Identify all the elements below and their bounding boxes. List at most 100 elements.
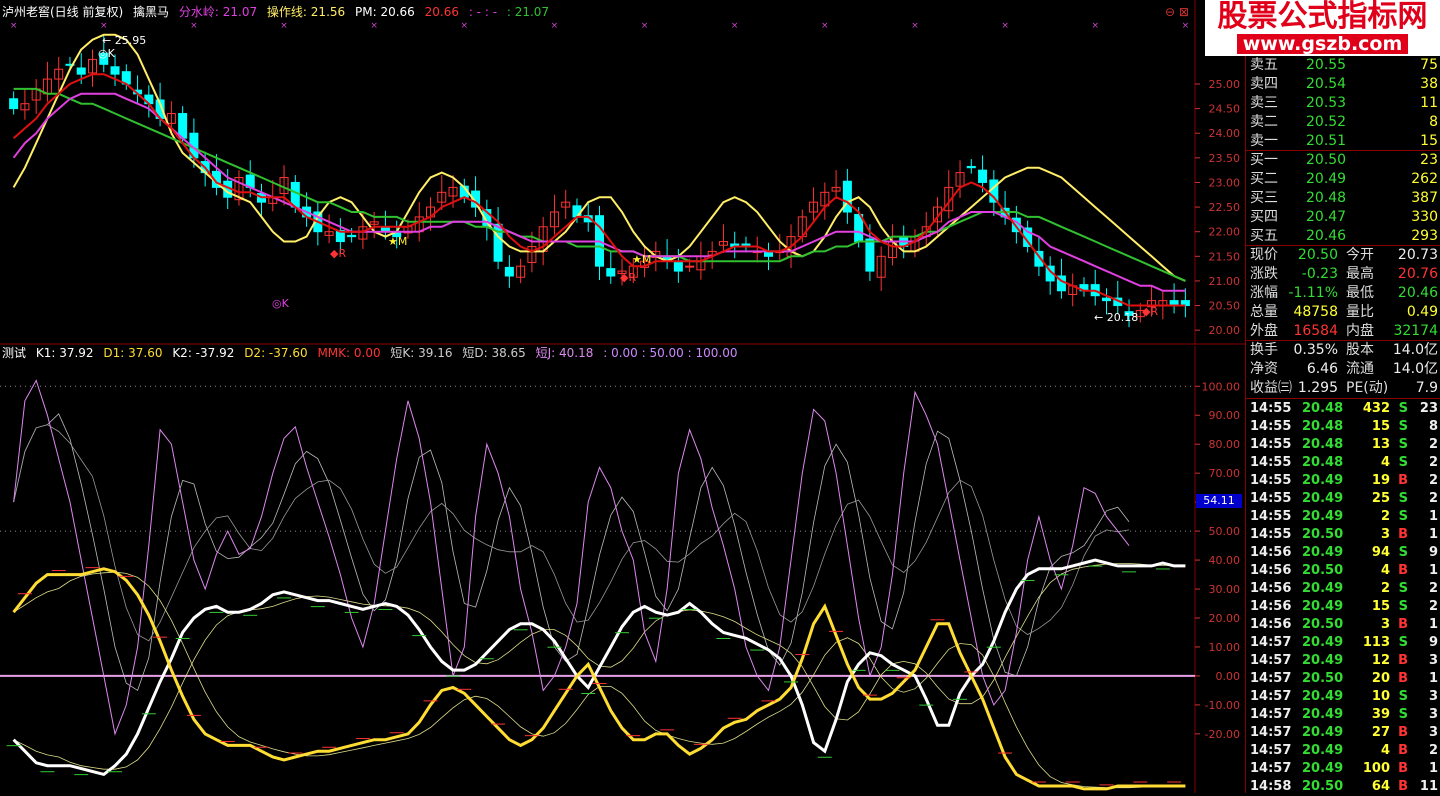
sell-price: 20.54 <box>1306 76 1347 92</box>
tick-side: S <box>1398 509 1408 524</box>
quote-value: 20.73 <box>1397 247 1438 263</box>
tick-row: 14:57 20.49 100 B 1 <box>1250 760 1438 778</box>
indicator-chart[interactable]: -20.00 -10.00 0.00 10.00 20.00 30.00 40.00 50.0… <box>0 346 1245 793</box>
sell-label: 卖一 <box>1250 133 1278 149</box>
dj-value: 短J: 40.18 <box>535 346 594 360</box>
y-tick-label: 21.00 <box>1209 275 1241 288</box>
tick-time: 14:55 <box>1250 509 1292 524</box>
tick-side: B <box>1398 761 1408 776</box>
signal-x-marker: × <box>280 21 288 31</box>
y-tick-label: 22.50 <box>1209 201 1241 214</box>
tick-count: 3 <box>1428 725 1438 740</box>
k-marker-top: ◎K <box>98 47 115 60</box>
tick-side: B <box>1398 473 1408 488</box>
kline-chart[interactable]: 20.00 20.50 21.00 21.50 22.00 22.50 23.00 23.50… <box>0 0 1245 345</box>
signal-x-marker: × <box>10 21 18 31</box>
tick-count: 3 <box>1428 689 1438 704</box>
y-tick-label: 20.50 <box>1209 300 1241 313</box>
fundamental-label: 流通 <box>1346 361 1374 377</box>
quote-label: 内盘 <box>1346 323 1374 339</box>
tick-time: 14:57 <box>1250 707 1292 722</box>
tick-count: 8 <box>1428 419 1438 434</box>
tick-time: 14:55 <box>1250 527 1292 542</box>
tick-volume: 4 <box>1380 563 1390 578</box>
tick-volume: 4 <box>1380 743 1390 758</box>
candle-down <box>606 268 616 277</box>
tick-row: 14:56 20.49 15 S 2 <box>1250 598 1438 616</box>
quote-label: 外盘 <box>1250 323 1278 339</box>
tick-row: 14:57 20.49 113 S 9 <box>1250 634 1438 652</box>
tick-volume: 2 <box>1380 581 1390 596</box>
buy-volume: 262 <box>1411 171 1438 187</box>
quote-label: 今开 <box>1346 247 1374 263</box>
signal-x-marker: × <box>1001 21 1009 31</box>
quote-label: 量比 <box>1346 304 1374 320</box>
high-price-label: ← 25.95 <box>102 34 147 47</box>
quote-label: 最高 <box>1346 266 1374 282</box>
tick-row: 14:58 20.50 64 B 11 <box>1250 778 1438 796</box>
tick-side: B <box>1398 653 1408 668</box>
fundamental-value: 14.0亿 <box>1392 342 1438 358</box>
sell-label: 卖二 <box>1250 114 1278 130</box>
tick-price: 20.48 <box>1302 419 1344 434</box>
quote-value: 20.46 <box>1397 285 1438 301</box>
pm-label: PM: 20.66 <box>354 5 415 19</box>
buy-price: 20.50 <box>1306 152 1347 168</box>
signal-x-marker: × <box>911 21 919 31</box>
tick-price: 20.49 <box>1302 689 1344 704</box>
tick-time: 14:56 <box>1250 563 1292 578</box>
y-tick-label: 23.50 <box>1209 152 1241 165</box>
tick-row: 14:56 20.49 94 S 9 <box>1250 544 1438 562</box>
signal-x-marker: × <box>551 21 559 31</box>
tick-price: 20.50 <box>1302 671 1344 686</box>
quote-label: 最低 <box>1346 285 1374 301</box>
k1-value: K1: 37.92 <box>35 346 94 360</box>
signal-x-marker: × <box>100 21 108 31</box>
d1-value: D1: 37.60 <box>103 346 163 360</box>
signal-x-marker: × <box>370 21 378 31</box>
candle-down <box>966 165 976 169</box>
tick-row: 14:56 20.50 4 B 1 <box>1250 562 1438 580</box>
y-tick-label: -20.00 <box>1205 728 1240 741</box>
tick-volume: 15 <box>1371 599 1390 614</box>
sell-volume: 75 <box>1420 57 1438 73</box>
tick-price: 20.49 <box>1302 725 1344 740</box>
signal-x-marker: × <box>461 21 469 31</box>
tick-side: S <box>1398 455 1408 470</box>
watermark-title: 股票公式指标网 <box>1217 0 1428 34</box>
fundamental-value: 6.46 <box>1306 361 1338 377</box>
buy-price: 20.48 <box>1306 190 1347 206</box>
signal-x-marker: × <box>1182 21 1190 31</box>
quote-value: 48758 <box>1293 304 1338 320</box>
tick-side: S <box>1398 437 1408 452</box>
tick-time: 14:55 <box>1250 491 1292 506</box>
tick-count: 2 <box>1428 581 1438 596</box>
buy-price: 20.49 <box>1306 171 1347 187</box>
quote-panel: 卖五 20.55 75 卖四 20.54 38 卖三 20.53 11 卖二 20.52 8 卖一 20.… <box>1245 0 1440 796</box>
sell-volume: 11 <box>1420 95 1438 111</box>
k-marker-bottom: ◎K <box>272 297 289 310</box>
quote-row: 涨幅 -1.11% 最低 20.46 <box>1250 284 1438 302</box>
window-controls[interactable]: ⊖ ⊠ <box>1165 5 1189 19</box>
tick-volume: 19 <box>1371 473 1390 488</box>
tick-side: S <box>1398 707 1408 722</box>
tick-price: 20.49 <box>1302 491 1344 506</box>
signal-x-marker: × <box>821 21 829 31</box>
fundamental-label: 净资 <box>1250 361 1278 377</box>
m-marker-2: ★M <box>632 253 652 266</box>
tick-price: 20.48 <box>1302 455 1344 470</box>
y-tick-label: 90.00 <box>1209 409 1241 422</box>
quote-label: 总量 <box>1250 304 1278 320</box>
buy-label: 买二 <box>1250 171 1278 187</box>
tick-row: 14:55 20.49 19 B 2 <box>1250 472 1438 490</box>
buy-volume: 23 <box>1420 152 1438 168</box>
sell-row: 卖四 20.54 38 <box>1250 75 1438 93</box>
signal-x-marker: × <box>190 21 198 31</box>
tick-price: 20.49 <box>1302 581 1344 596</box>
tick-volume: 13 <box>1371 437 1390 452</box>
y-tick-label: 10.00 <box>1209 641 1241 654</box>
tick-count: 2 <box>1428 743 1438 758</box>
buy-label: 买三 <box>1250 190 1278 206</box>
buy-label: 买五 <box>1250 228 1278 244</box>
buy-label: 买一 <box>1250 152 1278 168</box>
